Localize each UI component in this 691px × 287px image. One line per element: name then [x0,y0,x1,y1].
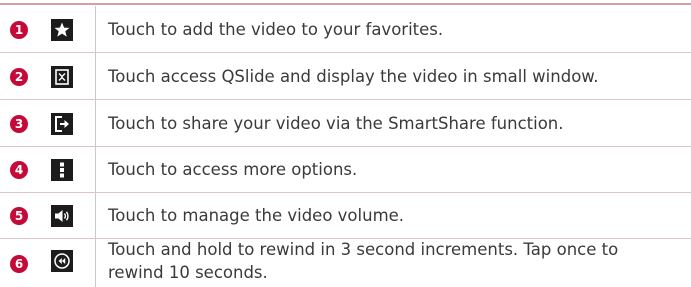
share-icon [51,113,73,135]
row-number-badge: 6 [10,255,28,273]
rewind-icon [51,250,73,272]
row-description: Touch to add the video to your favorites… [108,20,444,39]
icon-description-table: 1 Touch to add the video to your favorit… [0,0,691,287]
row-description: Touch to access more options. [108,160,358,179]
column-divider [95,147,96,193]
table-row: 4 Touch to access more options. [0,147,691,193]
table-row: 5 Touch to manage the video volume. [0,193,691,239]
more-options-icon [51,159,73,181]
table-row: 2 Touch access QSlide and display the vi… [0,53,691,100]
table-row: 3 Touch to share your video via the Smar… [0,100,691,147]
column-divider [95,53,96,100]
table-row: 1 Touch to add the video to your favorit… [0,6,691,53]
row-number-badge: 1 [10,21,28,39]
row-description-line: Touch and hold to rewind in 3 second inc… [108,240,619,259]
column-divider [95,193,96,239]
table-top-rule [0,3,691,5]
row-description-line: rewind 10 seconds. [108,263,268,282]
row-description: Touch to manage the video volume. [108,206,405,225]
row-description: Touch to share your video via the SmartS… [108,114,564,133]
star-icon [51,19,73,41]
qslide-icon [51,66,73,88]
row-number-badge: 4 [10,161,28,179]
column-divider [95,239,96,287]
row-number-badge: 2 [10,68,28,86]
row-number-badge: 3 [10,115,28,133]
volume-icon [51,205,73,227]
table-row: 6 Touch and hold to rewind in 3 second i… [0,239,691,287]
row-description: Touch access QSlide and display the vide… [108,67,599,86]
column-divider [95,6,96,53]
row-number-badge: 5 [10,207,28,225]
row-description: Touch and hold to rewind in 3 second inc… [108,238,618,284]
column-divider [95,100,96,147]
